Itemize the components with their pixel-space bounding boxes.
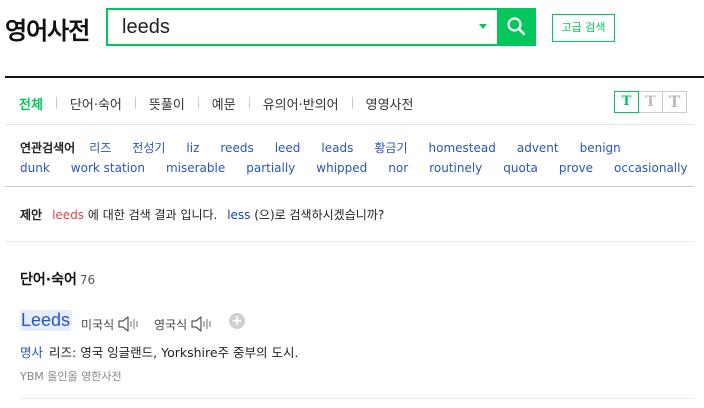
related-search-item[interactable]: 황금기: [374, 138, 407, 158]
us-pronunciation: 미국식: [81, 315, 139, 333]
searched-term: leeds: [52, 208, 85, 222]
related-searches-label: 연관검색어: [20, 141, 76, 155]
search-button[interactable]: [497, 8, 536, 46]
tabs-divider: [5, 124, 694, 125]
section-title: 단어·숙어 76: [20, 269, 95, 289]
related-search-item[interactable]: quota: [503, 158, 538, 178]
font-size-medium-button[interactable]: T: [638, 91, 663, 113]
related-search-item[interactable]: 리즈: [89, 138, 111, 158]
tab-separator: [197, 97, 199, 109]
dictionary-logo[interactable]: 영어사전: [5, 11, 90, 46]
related-search-item[interactable]: homestead: [429, 138, 496, 158]
section-title-text: 단어·숙어: [20, 272, 77, 288]
tab-separator: [134, 97, 136, 109]
related-search-item[interactable]: whipped: [316, 158, 367, 178]
tab-all[interactable]: 전체: [19, 94, 43, 113]
search-icon: [507, 17, 526, 36]
advanced-search-button[interactable]: 고급 검색: [552, 14, 615, 42]
related-searches: 연관검색어 리즈 전성기 liz reeds leed leads 황금기 ho…: [20, 138, 690, 178]
header-divider: [5, 76, 704, 78]
category-tabs: 전체 단어·숙어 뜻풀이 예문 유의어·반의어 영영사전: [19, 94, 414, 113]
dropdown-arrow-icon[interactable]: [479, 24, 487, 29]
related-search-item[interactable]: occasionally: [614, 158, 688, 178]
add-to-wordbook-button[interactable]: +: [229, 313, 245, 329]
search-box: [106, 8, 536, 46]
related-divider: [5, 186, 694, 187]
meaning-text: 리즈: 영국 잉글랜드, Yorkshire주 중부의 도시.: [49, 345, 299, 360]
tab-separator: [55, 97, 57, 109]
tab-words-idioms[interactable]: 단어·숙어: [70, 94, 122, 113]
related-search-item[interactable]: benign: [580, 138, 621, 158]
tab-separator: [351, 97, 353, 109]
entry-divider: [20, 398, 694, 399]
speaker-icon[interactable]: [117, 315, 139, 333]
entry-word-link[interactable]: Leeds: [20, 310, 72, 331]
search-input[interactable]: [122, 16, 462, 38]
font-size-small-button[interactable]: T: [614, 91, 639, 113]
result-count: 76: [79, 273, 96, 287]
tab-definitions[interactable]: 뜻풀이: [149, 94, 185, 113]
suggestion-question: (으)로 검색하시겠습니까?: [250, 208, 385, 222]
related-search-item[interactable]: miserable: [166, 158, 225, 178]
related-search-item[interactable]: advent: [517, 138, 559, 158]
suggestion-text: 에 대한 검색 결과 입니다.: [84, 208, 218, 222]
suggested-term-link[interactable]: less: [227, 208, 250, 222]
related-search-item[interactable]: leed: [275, 138, 301, 158]
dictionary-source[interactable]: YBM 올인올 영한사전: [20, 368, 122, 384]
tab-synonyms-antonyms[interactable]: 유의어·반의어: [263, 94, 339, 113]
font-size-toggle: T T T: [614, 91, 687, 113]
related-search-item[interactable]: 전성기: [132, 138, 165, 158]
speaker-icon[interactable]: [190, 315, 212, 333]
part-of-speech: 명사: [20, 345, 44, 360]
entry-meaning: 명사 리즈: 영국 잉글랜드, Yorkshire주 중부의 도시.: [20, 342, 299, 361]
related-search-item[interactable]: leads: [321, 138, 353, 158]
suggestion-divider: [5, 241, 694, 242]
uk-pronunciation-label: 영국식: [154, 317, 188, 332]
tab-examples[interactable]: 예문: [212, 94, 236, 113]
uk-pronunciation: 영국식: [154, 315, 212, 333]
us-pronunciation-label: 미국식: [81, 317, 115, 332]
tab-english-english[interactable]: 영영사전: [366, 94, 414, 113]
related-search-item[interactable]: routinely: [429, 158, 482, 178]
related-search-item[interactable]: prove: [559, 158, 593, 178]
related-search-item[interactable]: work station: [71, 158, 145, 178]
related-search-item[interactable]: nor: [388, 158, 408, 178]
related-search-item[interactable]: dunk: [20, 158, 50, 178]
related-search-item[interactable]: reeds: [220, 138, 253, 158]
font-size-large-button[interactable]: T: [662, 91, 687, 113]
tab-separator: [248, 97, 250, 109]
suggestion-label: 제안: [20, 208, 43, 222]
related-search-item[interactable]: partially: [246, 158, 295, 178]
related-search-item[interactable]: liz: [186, 138, 199, 158]
related-row: dunk work station miserable partially wh…: [20, 158, 690, 178]
related-row: 연관검색어 리즈 전성기 liz reeds leed leads 황금기 ho…: [20, 138, 690, 158]
spelling-suggestion: 제안 leeds 에 대한 검색 결과 입니다. less (으)로 검색하시겠습…: [20, 206, 384, 223]
